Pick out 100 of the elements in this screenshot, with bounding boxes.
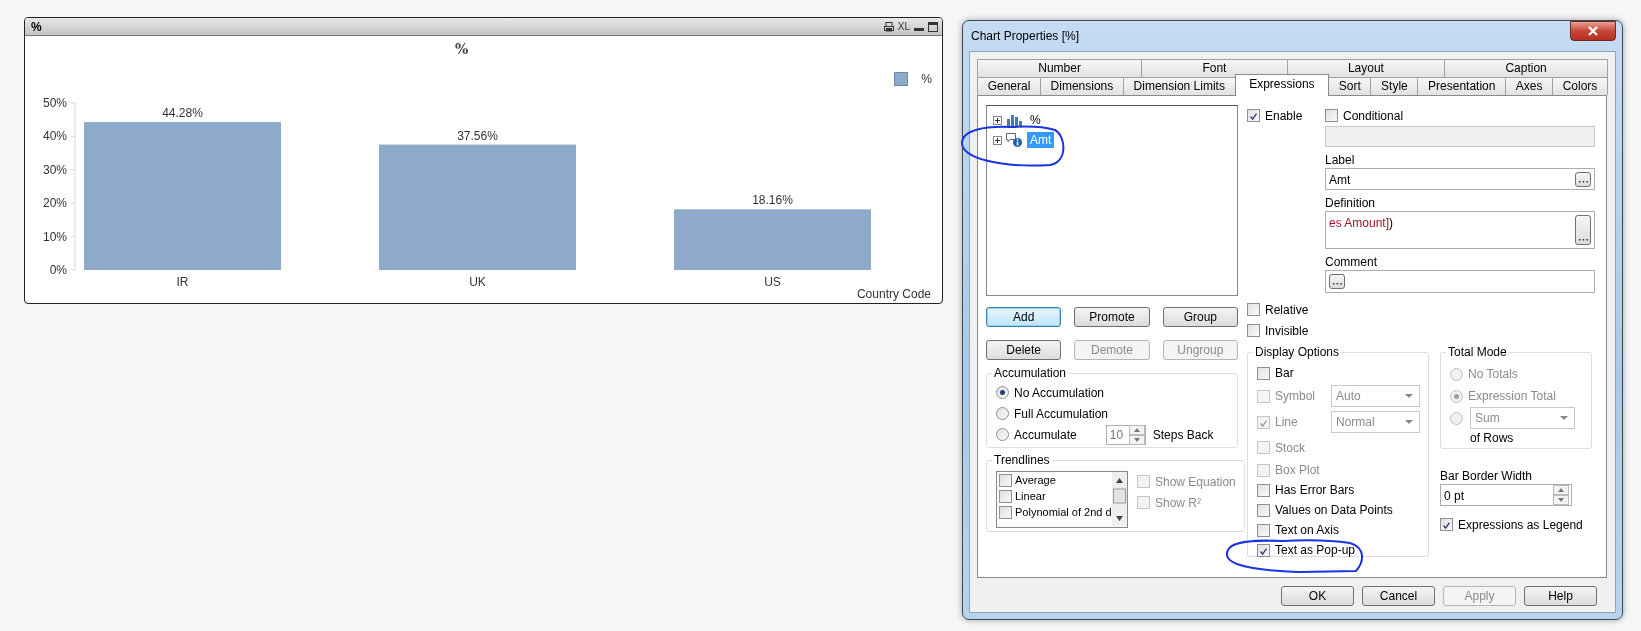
- axis-title: Country Code: [856, 287, 931, 301]
- button[interactable]: Help: [1524, 586, 1597, 606]
- caret-icon: [1405, 420, 1413, 424]
- tab[interactable]: Font: [1141, 59, 1288, 77]
- checkbox[interactable]: [1257, 543, 1270, 557]
- checkbox-label[interactable]: Values on Data Points: [1275, 503, 1393, 517]
- checkbox[interactable]: [1325, 109, 1338, 122]
- checkbox[interactable]: [1257, 523, 1270, 537]
- checkbox-label[interactable]: Invisible: [1265, 323, 1309, 338]
- radio-label[interactable]: Full Accumulation: [1014, 406, 1109, 421]
- field-label: Definition: [1325, 195, 1377, 211]
- data-label: 18.16%: [752, 193, 793, 208]
- checkbox[interactable]: [999, 505, 1012, 519]
- spinner-icon[interactable]: [1553, 485, 1569, 505]
- axis-tick-label: 20%: [42, 196, 67, 211]
- close-button[interactable]: [1570, 21, 1616, 41]
- button[interactable]: OK: [1281, 586, 1354, 606]
- checkbox[interactable]: [1440, 518, 1453, 531]
- expand-icon[interactable]: [993, 135, 1002, 145]
- data-label: 44.28%: [162, 106, 203, 121]
- maximize-icon[interactable]: [928, 21, 938, 32]
- tab[interactable]: Dimensions: [1039, 77, 1124, 95]
- field-label: of Rows: [1470, 430, 1515, 447]
- axis-tick-label: 50%: [42, 96, 67, 110]
- number-field[interactable]: 10: [1105, 424, 1146, 445]
- axis-category-label: US: [764, 275, 781, 289]
- checkbox[interactable]: [1257, 483, 1270, 497]
- checkbox-label[interactable]: Linear: [1015, 490, 1046, 502]
- axis-tick-label: 10%: [42, 229, 67, 244]
- checkbox[interactable]: [999, 473, 1012, 487]
- axis-category-label: UK: [469, 275, 486, 289]
- radio-label[interactable]: Accumulate: [1014, 427, 1077, 442]
- tab[interactable]: Dimension Limits: [1122, 77, 1236, 95]
- checkbox-label[interactable]: Average: [1015, 474, 1056, 486]
- checkbox-label[interactable]: Bar: [1275, 366, 1294, 380]
- checkbox-label[interactable]: Polynomial of 2nd d: [1015, 506, 1112, 518]
- window-title: Chart Properties [%]: [971, 29, 1080, 43]
- tab[interactable]: Sort: [1328, 77, 1372, 95]
- radio-label[interactable]: No Accumulation: [1014, 385, 1105, 400]
- tab[interactable]: Presentation: [1417, 77, 1507, 95]
- button[interactable]: Add: [986, 307, 1062, 327]
- ellipsis-button[interactable]: [1575, 215, 1591, 245]
- window-title: %: [31, 19, 42, 34]
- field-label: Comment: [1325, 254, 1378, 270]
- expand-icon[interactable]: [993, 115, 1002, 125]
- field-label: Label: [1325, 152, 1356, 168]
- tab[interactable]: Expressions: [1234, 74, 1330, 96]
- tab[interactable]: Colors: [1552, 77, 1608, 95]
- button[interactable]: Promote: [1074, 307, 1150, 327]
- number-field[interactable]: 0 pt: [1440, 484, 1572, 506]
- field-label: Bar Border Width: [1440, 468, 1534, 484]
- radio-button[interactable]: [996, 428, 1009, 441]
- axis-tick-label: 0%: [49, 263, 67, 277]
- tree-item[interactable]: %: [1027, 112, 1044, 128]
- checkbox-label[interactable]: Relative: [1265, 302, 1309, 317]
- speech-bubble-info-icon: [1006, 133, 1022, 147]
- checkbox-label[interactable]: Expressions as Legend: [1458, 517, 1583, 532]
- spinner-icon[interactable]: [1128, 424, 1145, 445]
- radio-button[interactable]: [996, 386, 1009, 399]
- button[interactable]: Cancel: [1362, 586, 1435, 606]
- print-icon[interactable]: [883, 21, 894, 32]
- tab[interactable]: Caption: [1444, 59, 1608, 77]
- checkbox-label[interactable]: Has Error Bars: [1275, 483, 1355, 497]
- input-field[interactable]: Amt: [1325, 168, 1595, 190]
- input-field[interactable]: [1325, 126, 1595, 147]
- bar-chart-icon: [1006, 113, 1022, 127]
- button[interactable]: Delete: [986, 340, 1062, 360]
- button[interactable]: Group: [1162, 307, 1238, 327]
- ellipsis-button[interactable]: [1575, 172, 1591, 187]
- checkbox[interactable]: [999, 489, 1012, 503]
- checkbox-label[interactable]: Conditional: [1343, 108, 1404, 123]
- radio-button[interactable]: [996, 407, 1009, 420]
- checkbox[interactable]: [1257, 503, 1270, 517]
- legend-label: %: [921, 72, 932, 86]
- input-field[interactable]: es Amount]): [1325, 211, 1595, 249]
- group-title: Total Mode: [1447, 345, 1508, 359]
- tab[interactable]: Number: [977, 59, 1143, 77]
- checkbox[interactable]: [1247, 303, 1260, 316]
- data-label: 37.56%: [457, 128, 498, 143]
- field-label: Steps Back: [1152, 427, 1214, 442]
- checkbox-label[interactable]: Text on Axis: [1275, 523, 1340, 537]
- xl-button[interactable]: XL: [897, 21, 910, 32]
- caret-icon: [1405, 394, 1413, 398]
- tab[interactable]: General: [977, 77, 1041, 95]
- checkbox[interactable]: [1257, 366, 1270, 380]
- tab[interactable]: Layout: [1286, 59, 1446, 77]
- group-title: Trendlines: [993, 453, 1051, 467]
- checkbox-label[interactable]: Text as Pop-up: [1275, 543, 1356, 557]
- tab[interactable]: Axes: [1505, 77, 1554, 95]
- checkbox[interactable]: [1247, 324, 1260, 337]
- tab[interactable]: Style: [1370, 77, 1419, 95]
- input-field[interactable]: [1325, 270, 1595, 293]
- axis-tick-label: 30%: [42, 162, 67, 177]
- chart-title: %: [455, 41, 469, 57]
- caret-icon: [1560, 416, 1568, 420]
- scrollbar[interactable]: [1112, 472, 1127, 526]
- ellipsis-button[interactable]: [1329, 274, 1345, 289]
- checkbox-label[interactable]: Enable: [1265, 108, 1303, 123]
- checkbox[interactable]: [1247, 109, 1260, 122]
- group-title: Display Options: [1254, 345, 1341, 359]
